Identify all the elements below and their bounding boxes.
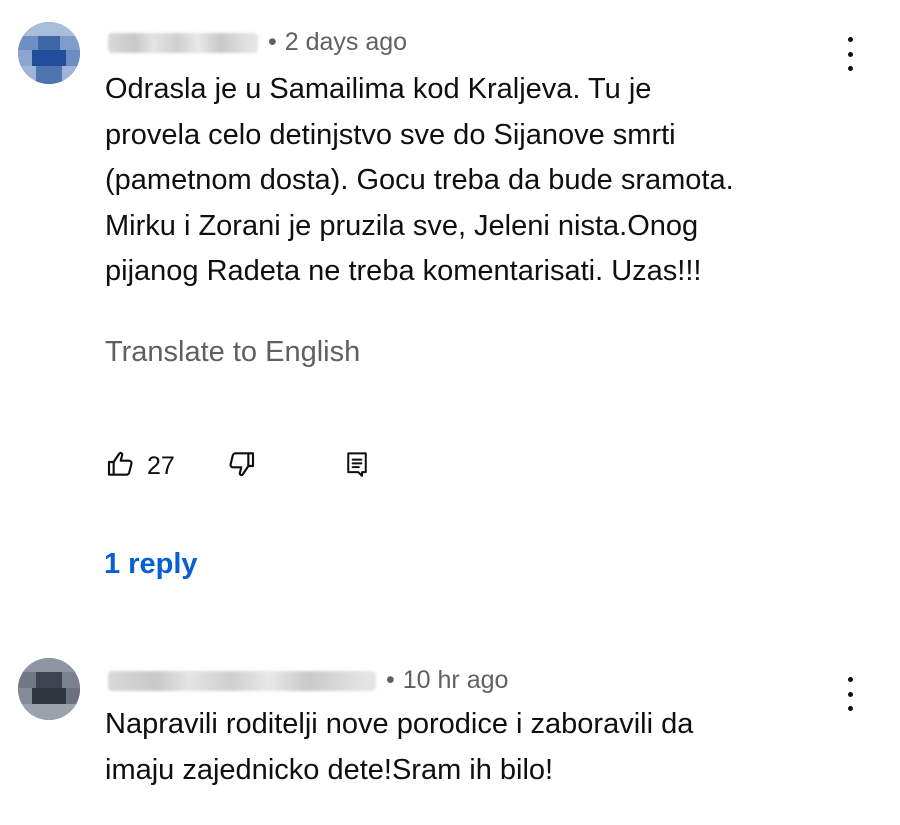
author-name-redacted[interactable] <box>108 670 376 691</box>
comment-timestamp: 10 hr ago <box>402 666 509 694</box>
thumbs-up-icon[interactable] <box>105 448 137 485</box>
avatar[interactable] <box>18 22 80 84</box>
view-replies-link[interactable]: 1 reply <box>104 548 198 581</box>
comment-header: • 10 hr ago <box>108 666 508 695</box>
more-vert-icon[interactable] <box>840 37 860 71</box>
comment-header: • 2 days ago <box>108 28 407 57</box>
avatar[interactable] <box>18 658 80 720</box>
comment: • 10 hr ago Napravili roditelji nove por… <box>0 640 900 825</box>
comment: • 2 days ago Odrasla je u Samailima kod … <box>0 0 900 620</box>
comment-timestamp: 2 days ago <box>284 28 408 56</box>
comment-text: Napravili roditelji nove porodice i zabo… <box>105 708 694 786</box>
separator-dot: • <box>386 666 395 694</box>
thumbs-down-icon[interactable] <box>225 448 257 485</box>
author-name-redacted[interactable] <box>108 32 258 53</box>
translate-link[interactable]: Translate to English <box>105 336 360 369</box>
more-vert-icon[interactable] <box>840 677 860 711</box>
comment-text: Odrasla je u Samailima kod Kraljeva. Tu … <box>105 73 734 287</box>
comment-actions: 27 <box>105 448 372 485</box>
reply-icon[interactable] <box>342 449 372 484</box>
like-count: 27 <box>147 452 175 480</box>
separator-dot: • <box>268 28 277 56</box>
